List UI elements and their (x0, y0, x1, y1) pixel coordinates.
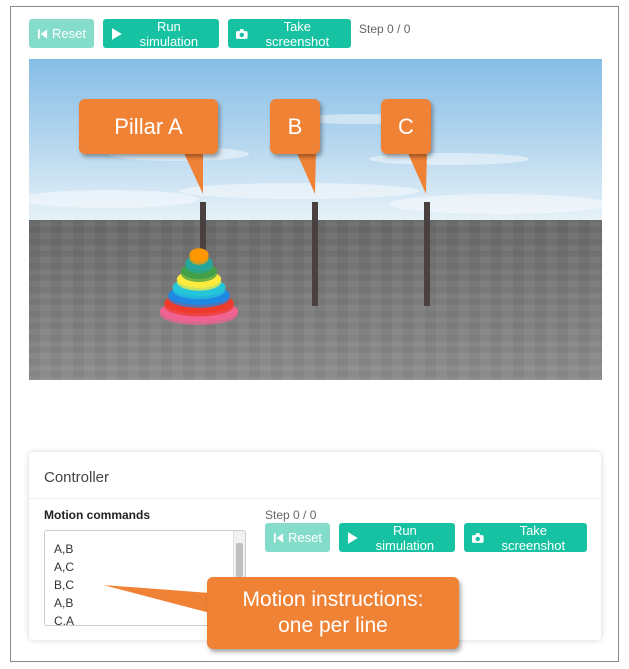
motion-commands-label: Motion commands (44, 508, 151, 522)
command-line: A,C (54, 560, 75, 574)
controller-run-simulation-button[interactable]: Run simulation (339, 522, 455, 553)
play-icon (111, 27, 122, 40)
take-screenshot-label: Take screenshot (265, 18, 330, 49)
take-screenshot-button[interactable]: Take screenshot (228, 18, 351, 49)
run-simulation-label: Run simulation (139, 18, 199, 49)
command-line: B,C (54, 578, 75, 592)
scrollbar-thumb[interactable] (236, 543, 243, 577)
step-counter: Step 0 / 0 (265, 508, 317, 522)
take-screenshot-label: Take screenshot (501, 522, 566, 553)
annotation-line-1: Motion instructions: (242, 587, 424, 611)
run-simulation-button[interactable]: Run simulation (103, 18, 219, 49)
camera-icon (236, 28, 248, 39)
annotation-pointer (103, 585, 210, 613)
command-line: C,A (54, 614, 75, 626)
annotation-line-2: one per line (278, 614, 388, 637)
callout-pillar-a: Pillar A (79, 99, 218, 154)
annotation-callout: Motion instructions: one per line (207, 577, 459, 649)
command-line: A,B (54, 596, 74, 610)
pillar-b (312, 202, 318, 306)
controller-reset-button[interactable]: Reset (265, 523, 330, 552)
reset-button[interactable]: Reset (29, 19, 94, 48)
run-simulation-label: Run simulation (375, 522, 435, 553)
play-icon (347, 531, 358, 544)
skip-back-icon (37, 28, 48, 39)
step-counter: Step 0 / 0 (359, 22, 411, 36)
controller-take-screenshot-button[interactable]: Take screenshot (464, 522, 587, 553)
pillar-c (424, 202, 430, 306)
camera-icon (472, 532, 484, 543)
controller-title: Controller (44, 469, 110, 486)
reset-label: Reset (52, 26, 86, 41)
command-line: A,B (54, 542, 74, 556)
reset-label: Reset (288, 530, 322, 545)
callout-pillar-b: B (270, 99, 320, 154)
disk (189, 248, 209, 262)
callout-pillar-c: C (381, 99, 431, 154)
divider (29, 498, 601, 499)
skip-back-icon (273, 532, 284, 543)
